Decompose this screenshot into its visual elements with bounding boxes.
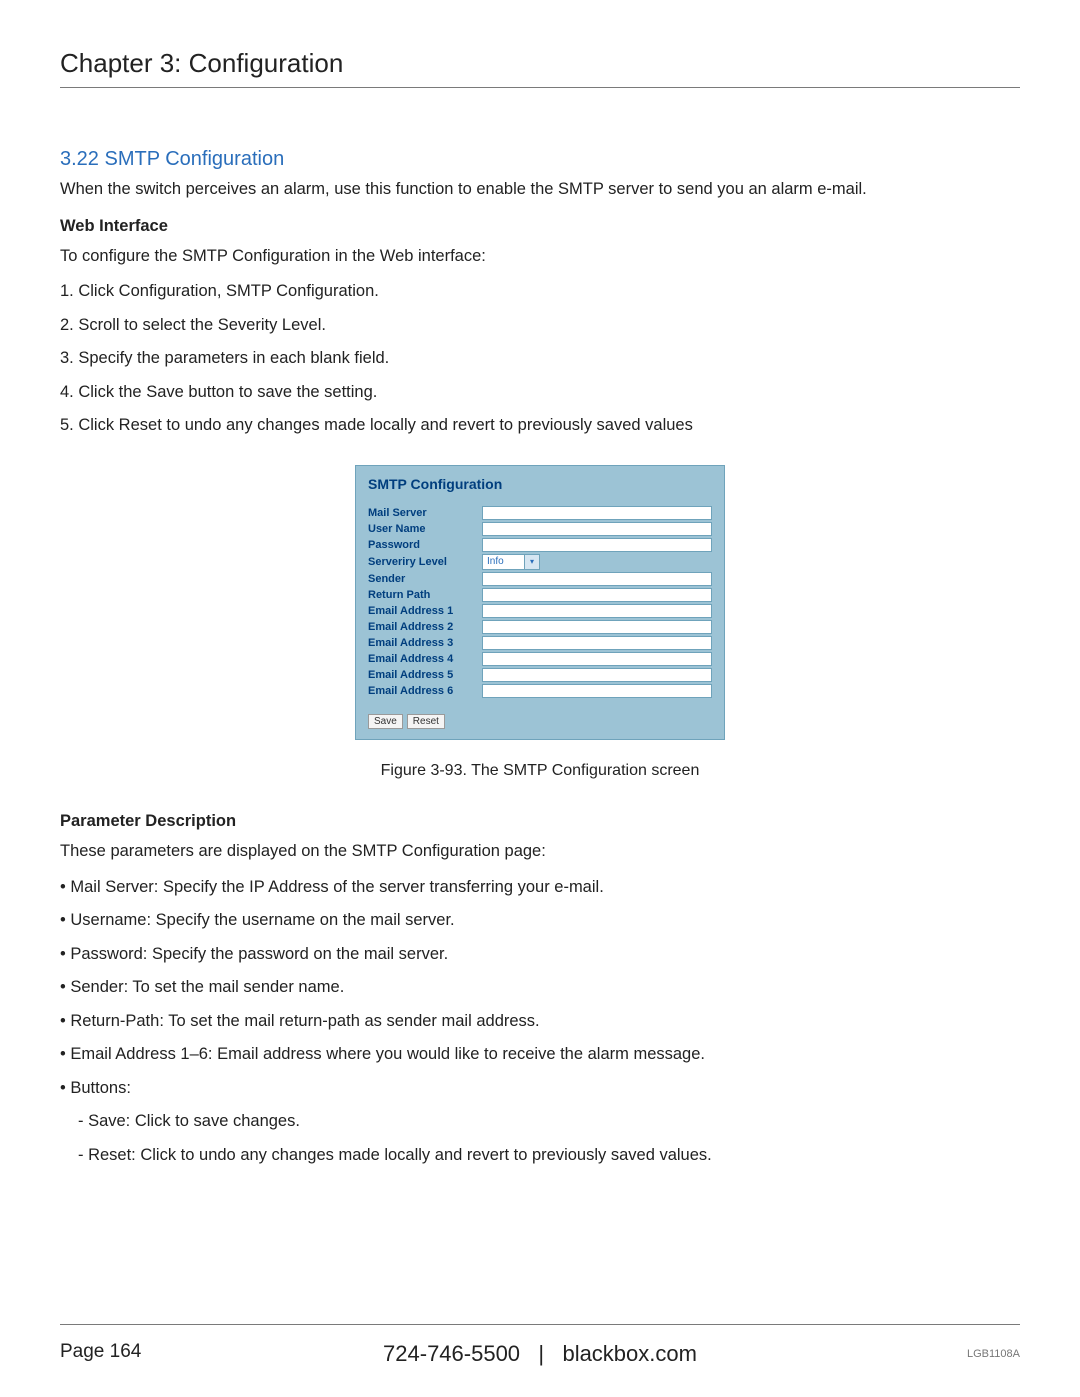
input-email-4[interactable] <box>482 652 712 666</box>
row-sender: Sender <box>368 572 712 586</box>
input-mail-server[interactable] <box>482 506 712 520</box>
section-intro: When the switch perceives an alarm, use … <box>60 177 1020 203</box>
sub-bullet-save: - Save: Click to save changes. <box>78 1109 1020 1135</box>
divider-top <box>60 87 1020 88</box>
input-password[interactable] <box>482 538 712 552</box>
label-email-4: Email Address 4 <box>368 653 482 665</box>
web-interface-intro: To configure the SMTP Configuration in t… <box>60 244 1020 270</box>
parameter-description-heading: Parameter Description <box>60 812 1020 831</box>
footer-contact: 724-746-5500 | blackbox.com <box>383 1341 697 1367</box>
footer-row: Page 164 724-746-5500 | blackbox.com LGB… <box>60 1341 1020 1363</box>
label-email-5: Email Address 5 <box>368 669 482 681</box>
smtp-button-row: Save Reset <box>368 714 712 729</box>
parameter-description-intro: These parameters are displayed on the SM… <box>60 839 1020 865</box>
row-email-1: Email Address 1 <box>368 604 712 618</box>
label-email-6: Email Address 6 <box>368 685 482 697</box>
footer-phone: 724-746-5500 <box>383 1341 520 1366</box>
chevron-down-icon: ▾ <box>524 555 539 569</box>
select-value: Info <box>487 556 504 567</box>
label-email-2: Email Address 2 <box>368 621 482 633</box>
bullet-email-addresses: • Email Address 1–6: Email address where… <box>60 1042 1020 1068</box>
step-3: 3. Specify the parameters in each blank … <box>60 346 1020 372</box>
bullet-return-path: • Return-Path: To set the mail return-pa… <box>60 1009 1020 1035</box>
input-user-name[interactable] <box>482 522 712 536</box>
label-mail-server: Mail Server <box>368 507 482 519</box>
bullet-buttons: • Buttons: <box>60 1076 1020 1102</box>
smtp-config-panel: SMTP Configuration Mail Server User Name… <box>355 465 725 740</box>
bullet-mail-server: • Mail Server: Specify the IP Address of… <box>60 875 1020 901</box>
save-button[interactable]: Save <box>368 714 403 729</box>
row-severity-level: Serveriry Level Info ▾ <box>368 554 712 570</box>
input-email-1[interactable] <box>482 604 712 618</box>
input-email-2[interactable] <box>482 620 712 634</box>
input-email-3[interactable] <box>482 636 712 650</box>
section-title: 3.22 SMTP Configuration <box>60 148 1020 171</box>
chapter-title: Chapter 3: Configuration <box>60 48 1020 79</box>
label-user-name: User Name <box>368 523 482 535</box>
footer-site: blackbox.com <box>562 1341 697 1366</box>
footer-separator: | <box>538 1341 544 1366</box>
input-sender[interactable] <box>482 572 712 586</box>
row-email-5: Email Address 5 <box>368 668 712 682</box>
label-email-3: Email Address 3 <box>368 637 482 649</box>
row-email-4: Email Address 4 <box>368 652 712 666</box>
step-5: 5. Click Reset to undo any changes made … <box>60 413 1020 439</box>
row-email-6: Email Address 6 <box>368 684 712 698</box>
reset-button[interactable]: Reset <box>407 714 445 729</box>
select-severity-level[interactable]: Info ▾ <box>482 554 540 570</box>
step-4: 4. Click the Save button to save the set… <box>60 380 1020 406</box>
input-email-5[interactable] <box>482 668 712 682</box>
smtp-panel-title: SMTP Configuration <box>368 476 712 492</box>
web-interface-heading: Web Interface <box>60 217 1020 236</box>
row-mail-server: Mail Server <box>368 506 712 520</box>
sub-bullet-reset: - Reset: Click to undo any changes made … <box>78 1143 1020 1169</box>
label-severity-level: Serveriry Level <box>368 556 482 568</box>
input-return-path[interactable] <box>482 588 712 602</box>
step-2: 2. Scroll to select the Severity Level. <box>60 313 1020 339</box>
label-return-path: Return Path <box>368 589 482 601</box>
bullet-username: • Username: Specify the username on the … <box>60 908 1020 934</box>
divider-bottom <box>60 1324 1020 1325</box>
row-password: Password <box>368 538 712 552</box>
page-footer: Page 164 724-746-5500 | blackbox.com LGB… <box>60 1324 1020 1363</box>
row-return-path: Return Path <box>368 588 712 602</box>
label-sender: Sender <box>368 573 482 585</box>
footer-page-number: Page 164 <box>60 1341 141 1363</box>
document-page: Chapter 3: Configuration 3.22 SMTP Confi… <box>0 0 1080 1397</box>
label-email-1: Email Address 1 <box>368 605 482 617</box>
footer-model: LGB1108A <box>967 1348 1020 1360</box>
row-email-2: Email Address 2 <box>368 620 712 634</box>
step-1: 1. Click Configuration, SMTP Configurati… <box>60 279 1020 305</box>
bullet-sender: • Sender: To set the mail sender name. <box>60 975 1020 1001</box>
figure-caption: Figure 3-93. The SMTP Configuration scre… <box>381 762 700 780</box>
figure-wrap: SMTP Configuration Mail Server User Name… <box>60 465 1020 798</box>
row-email-3: Email Address 3 <box>368 636 712 650</box>
label-password: Password <box>368 539 482 551</box>
row-user-name: User Name <box>368 522 712 536</box>
input-email-6[interactable] <box>482 684 712 698</box>
bullet-password: • Password: Specify the password on the … <box>60 942 1020 968</box>
